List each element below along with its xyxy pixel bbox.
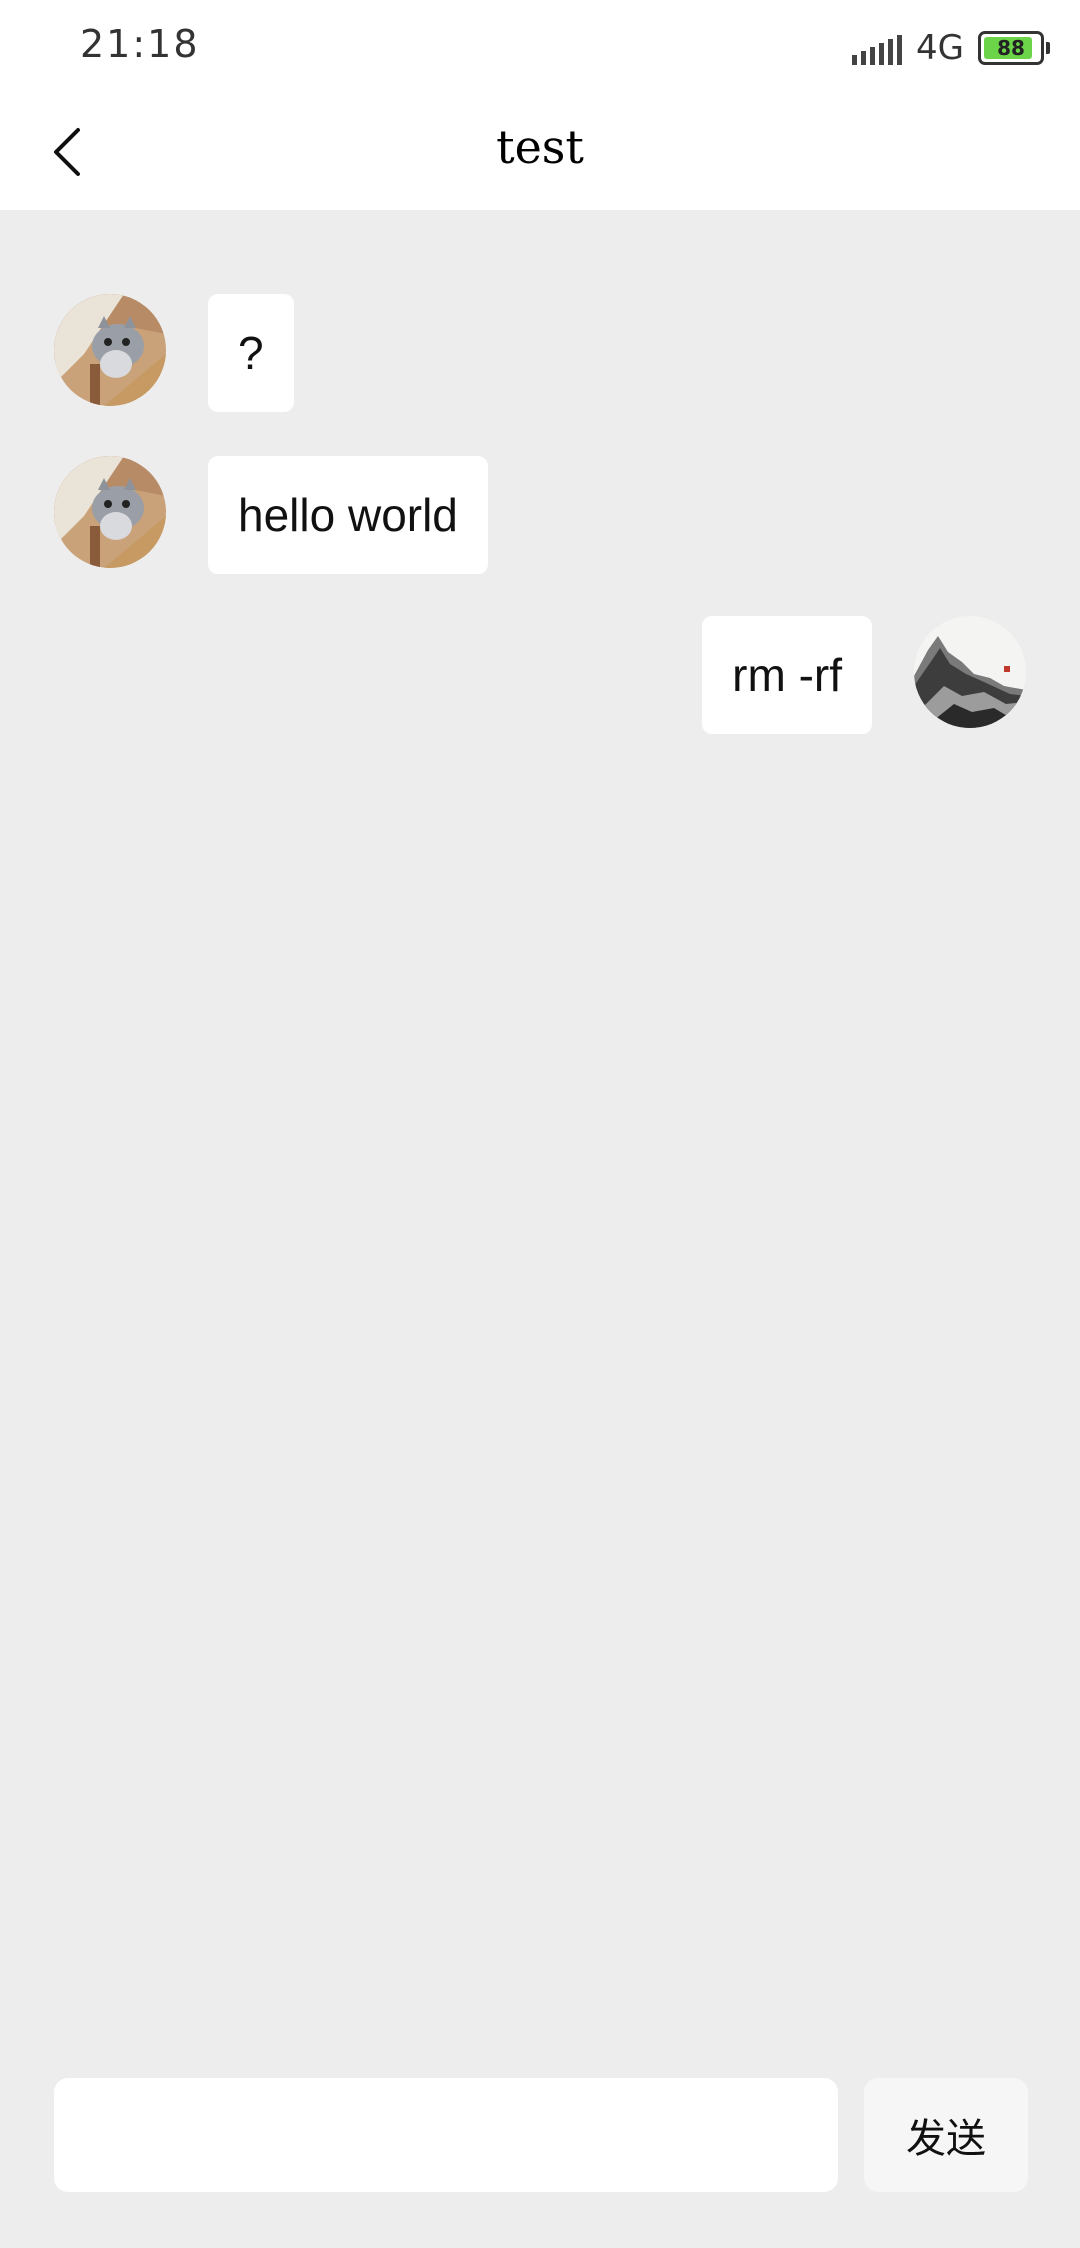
chat-header: test	[0, 94, 1080, 210]
status-indicators: 4G 88	[852, 26, 1050, 70]
send-button[interactable]: 发送	[864, 2078, 1028, 2192]
status-time: 21:18	[80, 22, 200, 66]
message-row-incoming: ?	[54, 294, 294, 412]
page-title: test	[496, 120, 584, 174]
network-type-label: 4G	[916, 28, 964, 68]
status-bar: 21:18 4G 88	[0, 0, 1080, 94]
battery-level: 88	[997, 36, 1025, 60]
composer-bar: 发送	[0, 2070, 1080, 2248]
message-row-outgoing: rm -rf	[702, 616, 1026, 734]
message-bubble[interactable]: hello world	[208, 456, 488, 574]
message-bubble[interactable]: ?	[208, 294, 294, 412]
message-row-incoming: hello world	[54, 456, 488, 574]
message-list[interactable]: ? hello world rm -rf	[0, 210, 1080, 2070]
signal-icon	[852, 31, 903, 65]
cat-photo-avatar[interactable]	[54, 294, 166, 406]
message-input[interactable]	[54, 2078, 838, 2192]
cat-photo-avatar[interactable]	[54, 456, 166, 568]
battery-icon: 88	[978, 31, 1050, 65]
message-bubble[interactable]: rm -rf	[702, 616, 872, 734]
ink-mountain-avatar[interactable]	[914, 616, 1026, 728]
